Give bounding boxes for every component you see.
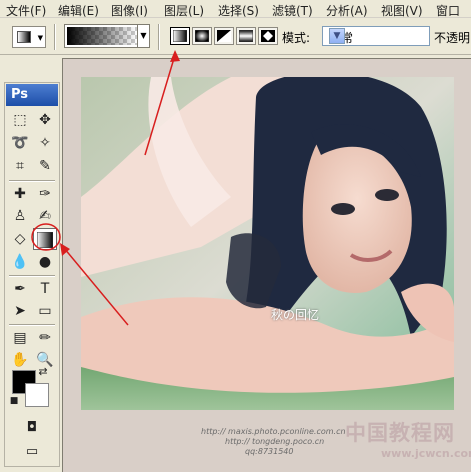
- shape-tool-icon[interactable]: ▭: [33, 300, 57, 322]
- menu-filter[interactable]: 滤镜(T): [272, 2, 313, 19]
- menu-window[interactable]: 窗口: [436, 2, 460, 19]
- pen-tool-icon[interactable]: ✒: [8, 278, 32, 300]
- photo-caption: 秋の回忆: [271, 308, 320, 322]
- history-brush-tool-icon[interactable]: ✍: [33, 205, 57, 227]
- menu-layer[interactable]: 图层(L): [164, 2, 204, 19]
- linear-gradient-button[interactable]: [170, 27, 190, 45]
- hand-tool-icon[interactable]: ✋: [8, 349, 32, 371]
- slice-tool-icon[interactable]: ✎: [33, 155, 57, 177]
- type-tool-icon[interactable]: T: [33, 278, 57, 300]
- separator: [9, 324, 55, 326]
- default-colors-icon[interactable]: ■: [7, 395, 21, 407]
- reflected-gradient-icon: [239, 30, 253, 42]
- clone-stamp-tool-icon[interactable]: ♙: [8, 205, 32, 227]
- linear-gradient-icon: [173, 30, 187, 42]
- document-window: 秋の回忆 http:// maxis.photo.pconline.com.cn…: [62, 58, 471, 472]
- separator: [54, 24, 56, 50]
- marquee-tool-icon[interactable]: ⬚: [8, 109, 32, 131]
- menu-image[interactable]: 图像(I): [111, 2, 148, 19]
- healing-brush-tool-icon[interactable]: ✚: [8, 183, 32, 205]
- mode-label: 模式:: [282, 31, 311, 45]
- credit-line: http:// tongdeng.poco.cn: [225, 437, 325, 446]
- tool-preset-picker[interactable]: ▼: [12, 26, 46, 48]
- separator: [158, 24, 160, 50]
- menu-file[interactable]: 文件(F): [6, 2, 46, 19]
- brush-tool-icon[interactable]: ✑: [33, 183, 57, 205]
- angle-gradient-icon: [217, 30, 231, 42]
- diamond-gradient-button[interactable]: [258, 27, 278, 45]
- watermark-logo: 中国教程网: [345, 420, 455, 445]
- toolbox: Ps ⬚ ✥ ➰ ✧ ⌗ ✎ ✚ ✑ ♙ ✍ ◇ 💧 ● ✒ T ➤ ▭ ▤ ✏…: [4, 82, 60, 467]
- magic-wand-tool-icon[interactable]: ✧: [33, 132, 57, 154]
- portrait-photo: [81, 77, 454, 410]
- gradient-preview: [67, 27, 137, 45]
- menu-select[interactable]: 选择(S): [218, 2, 259, 19]
- path-selection-tool-icon[interactable]: ➤: [8, 300, 32, 322]
- menu-analysis[interactable]: 分析(A): [326, 2, 368, 19]
- angle-gradient-button[interactable]: [214, 27, 234, 45]
- reflected-gradient-button[interactable]: [236, 27, 256, 45]
- notes-tool-icon[interactable]: ▤: [8, 327, 32, 349]
- dodge-tool-icon[interactable]: ●: [33, 251, 57, 273]
- chevron-down-icon[interactable]: ▼: [329, 28, 345, 44]
- menu-view[interactable]: 视图(V): [381, 2, 423, 19]
- menu-edit[interactable]: 编辑(E): [58, 2, 99, 19]
- gradient-swatch: [36, 231, 54, 249]
- options-bar: ▼ ▼ 模式: 正常 ▼ 不透明: [0, 18, 471, 55]
- separator: [9, 275, 55, 277]
- lasso-tool-icon[interactable]: ➰: [8, 132, 32, 154]
- crop-tool-icon[interactable]: ⌗: [8, 155, 32, 177]
- screen-mode-icon[interactable]: ▭: [21, 443, 43, 461]
- blur-tool-icon[interactable]: 💧: [8, 251, 32, 273]
- credit-line: http:// maxis.photo.pconline.com.cn: [201, 427, 346, 436]
- chevron-down-icon: ▼: [37, 34, 43, 42]
- diamond-gradient-icon: [261, 30, 275, 42]
- menu-bar: 文件(F) 编辑(E) 图像(I) 图层(L) 选择(S) 滤镜(T) 分析(A…: [0, 0, 471, 18]
- ps-logo[interactable]: Ps: [6, 84, 58, 106]
- radial-gradient-icon: [195, 30, 209, 42]
- credit-line: qq:8731540: [245, 447, 294, 456]
- watermark-url: www.jcwcn.com: [381, 447, 471, 460]
- eyedropper-tool-icon[interactable]: ✏: [33, 327, 57, 349]
- gradient-picker[interactable]: ▼: [64, 24, 150, 48]
- radial-gradient-button[interactable]: [192, 27, 212, 45]
- gradient-tool-icon[interactable]: [33, 228, 57, 250]
- background-color-swatch[interactable]: [25, 383, 49, 407]
- separator: [9, 180, 55, 182]
- photo-canvas[interactable]: 秋の回忆: [81, 77, 454, 410]
- eraser-tool-icon[interactable]: ◇: [8, 228, 32, 250]
- move-tool-icon[interactable]: ✥: [33, 109, 57, 131]
- opacity-label: 不透明: [434, 31, 471, 45]
- chevron-down-icon[interactable]: ▼: [137, 25, 149, 47]
- gradient-tool-icon: [17, 31, 31, 43]
- swap-colors-icon[interactable]: ⇄: [35, 365, 51, 379]
- quick-mask-icon[interactable]: ◘: [21, 419, 43, 437]
- mode-select[interactable]: 正常 ▼: [322, 26, 430, 46]
